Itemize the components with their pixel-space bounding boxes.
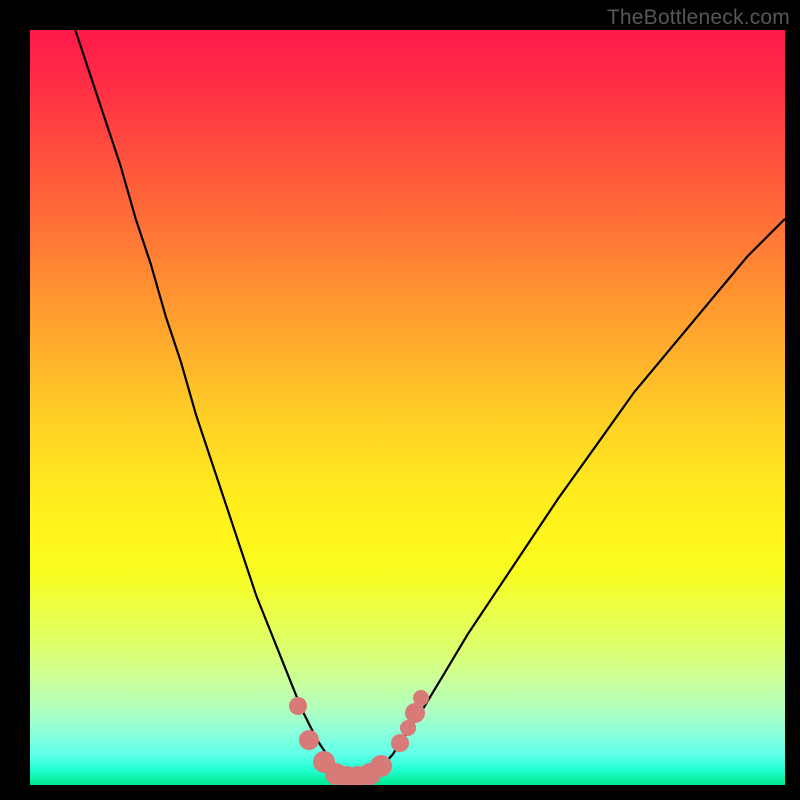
- chart-marker: [289, 697, 307, 715]
- chart-plot-area: [30, 30, 785, 785]
- chart-marker: [405, 703, 425, 723]
- chart-marker: [413, 690, 429, 706]
- chart-marker: [299, 730, 319, 750]
- chart-markers-layer: [30, 30, 785, 785]
- watermark-text: TheBottleneck.com: [607, 6, 790, 30]
- chart-marker: [370, 755, 392, 777]
- chart-marker: [391, 734, 409, 752]
